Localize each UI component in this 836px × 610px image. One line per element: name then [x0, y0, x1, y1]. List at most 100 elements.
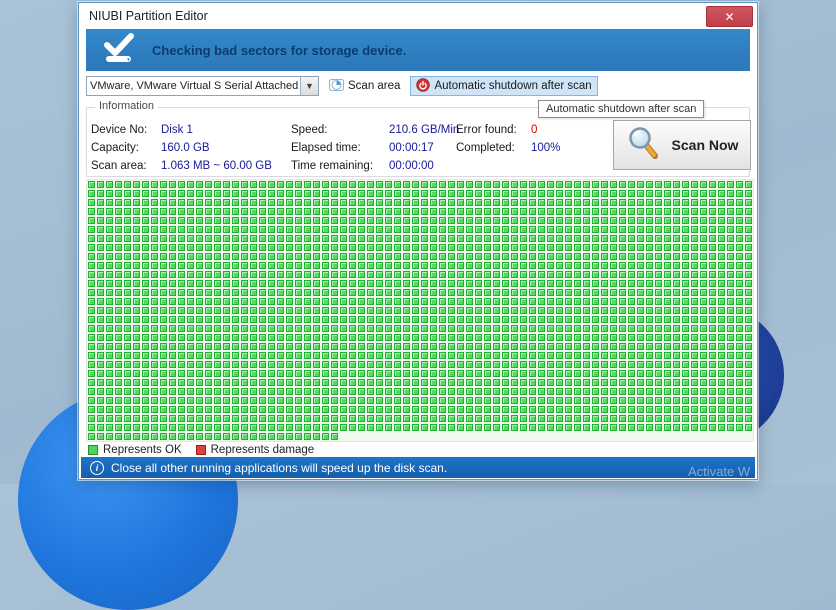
- close-button[interactable]: ✕: [706, 6, 753, 27]
- sector-cell: [592, 235, 599, 242]
- sector-cell: [349, 316, 356, 323]
- info-row-scan-area: Scan area: 1.063 MB ~ 60.00 GB: [91, 160, 272, 173]
- sector-cell: [241, 280, 248, 287]
- scan-now-button[interactable]: Scan Now: [613, 120, 751, 170]
- sector-cell: [376, 271, 383, 278]
- sector-cell: [196, 352, 203, 359]
- sector-cell: [700, 316, 707, 323]
- sector-cell: [88, 424, 95, 431]
- sector-cell: [727, 271, 734, 278]
- sector-cell: [223, 190, 230, 197]
- sector-cell: [367, 280, 374, 287]
- sector-cell: [745, 262, 752, 269]
- sector-cell: [169, 307, 176, 314]
- sector-cell: [304, 181, 311, 188]
- sector-cell: [385, 226, 392, 233]
- sector-cell: [592, 280, 599, 287]
- sector-cell: [151, 415, 158, 422]
- chevron-down-icon[interactable]: ▼: [300, 77, 318, 95]
- sector-cell: [142, 271, 149, 278]
- sector-cell: [259, 280, 266, 287]
- sector-cell: [682, 424, 689, 431]
- sector-cell: [169, 415, 176, 422]
- sector-cell: [646, 217, 653, 224]
- sector-cell: [412, 370, 419, 377]
- sector-cell: [601, 199, 608, 206]
- sector-cell: [241, 235, 248, 242]
- sector-cell: [367, 370, 374, 377]
- sector-cell: [421, 379, 428, 386]
- sector-cell: [223, 415, 230, 422]
- sector-cell: [529, 226, 536, 233]
- sector-cell: [718, 244, 725, 251]
- sector-cell: [691, 361, 698, 368]
- sector-cell: [592, 217, 599, 224]
- sector-cell: [592, 226, 599, 233]
- sector-cell: [187, 370, 194, 377]
- sector-cell: [682, 226, 689, 233]
- auto-shutdown-toggle[interactable]: Automatic shutdown after scan: [410, 76, 598, 96]
- sector-cell: [331, 379, 338, 386]
- sector-cell: [691, 253, 698, 260]
- sector-cell: [277, 325, 284, 332]
- sector-cell: [358, 208, 365, 215]
- sector-cell: [664, 388, 671, 395]
- sector-cell: [556, 379, 563, 386]
- sector-cell: [448, 343, 455, 350]
- sector-cell: [250, 424, 257, 431]
- sector-cell: [277, 415, 284, 422]
- sector-cell: [88, 433, 95, 440]
- sector-cell: [115, 361, 122, 368]
- sector-cell: [610, 388, 617, 395]
- sector-cell: [295, 262, 302, 269]
- sector-cell: [529, 208, 536, 215]
- sector-cell: [664, 361, 671, 368]
- sector-cell: [529, 307, 536, 314]
- sector-cell: [214, 199, 221, 206]
- sector-cell: [394, 280, 401, 287]
- sector-cell: [475, 397, 482, 404]
- sector-cell: [88, 307, 95, 314]
- sector-cell: [502, 325, 509, 332]
- sector-cell: [412, 244, 419, 251]
- sector-cell: [691, 208, 698, 215]
- sector-cell: [430, 334, 437, 341]
- sector-cell: [97, 406, 104, 413]
- sector-cell: [655, 253, 662, 260]
- sector-cell: [97, 361, 104, 368]
- error-found-label: Error found:: [456, 124, 517, 136]
- sector-cell: [493, 217, 500, 224]
- sector-cell: [583, 298, 590, 305]
- sector-cell: [646, 235, 653, 242]
- sector-cell: [331, 325, 338, 332]
- sector-cell: [610, 262, 617, 269]
- sector-cell: [223, 181, 230, 188]
- sector-cell: [304, 235, 311, 242]
- sector-cell: [223, 433, 230, 440]
- sector-cell: [457, 226, 464, 233]
- sector-cell: [88, 298, 95, 305]
- sector-cell: [439, 235, 446, 242]
- sector-cell: [709, 415, 716, 422]
- sector-cell: [691, 280, 698, 287]
- device-select[interactable]: VMware, VMware Virtual S Serial Attached…: [86, 76, 319, 96]
- sector-cell: [349, 298, 356, 305]
- sector-cell: [133, 406, 140, 413]
- scan-area-button[interactable]: Scan area: [323, 76, 406, 96]
- sector-cell: [430, 289, 437, 296]
- sector-cell: [313, 325, 320, 332]
- sector-cell: [664, 406, 671, 413]
- device-no-value: Disk 1: [161, 124, 193, 136]
- sector-cell: [745, 316, 752, 323]
- sector-cell: [106, 280, 113, 287]
- sector-cell: [547, 226, 554, 233]
- sector-cell: [277, 235, 284, 242]
- sector-cell: [124, 298, 131, 305]
- sector-cell: [592, 199, 599, 206]
- sector-cell: [412, 415, 419, 422]
- sector-cell: [259, 307, 266, 314]
- sector-cell: [502, 208, 509, 215]
- sector-cell: [727, 352, 734, 359]
- sector-cell: [295, 199, 302, 206]
- sector-cell: [178, 271, 185, 278]
